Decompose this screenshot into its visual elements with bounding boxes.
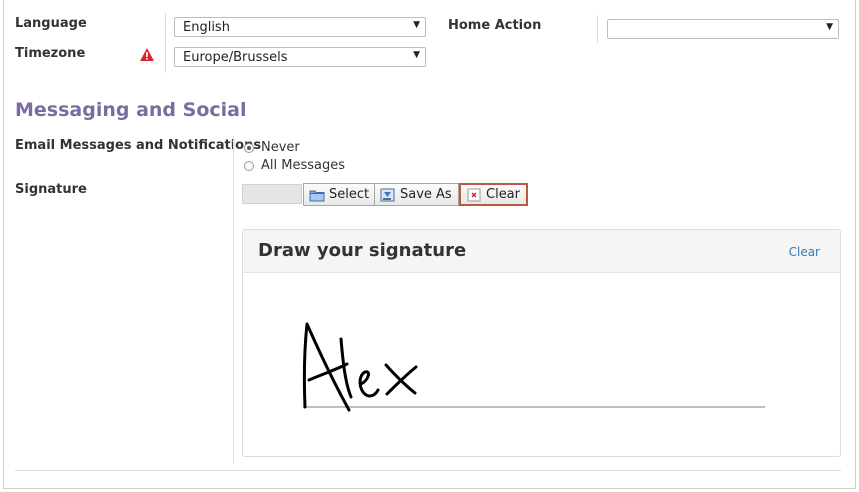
home-action-select[interactable]: ▼	[607, 19, 839, 39]
select-button[interactable]: Select	[303, 183, 377, 206]
radio-label: All Messages	[261, 158, 345, 173]
timezone-label: Timezone	[15, 46, 86, 61]
chevron-down-icon: ▼	[413, 50, 420, 60]
radio-all-messages[interactable]: All Messages	[244, 158, 345, 173]
chevron-down-icon: ▼	[413, 20, 420, 30]
field-divider	[233, 136, 234, 464]
chevron-down-icon: ▼	[826, 22, 833, 32]
file-path-field	[242, 184, 302, 204]
signature-canvas[interactable]	[243, 272, 840, 456]
signature-panel-title: Draw your signature	[258, 240, 467, 261]
signature-panel-header: Draw your signature Clear	[243, 230, 840, 273]
email-notifications-label: Email Messages and Notifications	[15, 138, 262, 153]
language-select[interactable]: English ▼	[174, 17, 426, 37]
save-as-button-label: Save As	[400, 187, 452, 202]
signature-label: Signature	[15, 182, 87, 197]
folder-icon	[309, 190, 325, 201]
timezone-select[interactable]: Europe/Brussels ▼	[174, 47, 426, 67]
radio-button[interactable]	[244, 142, 254, 153]
radio-never[interactable]: Never	[244, 140, 300, 155]
home-action-label: Home Action	[448, 18, 542, 33]
section-title: Messaging and Social	[15, 99, 247, 121]
clear-button[interactable]: Clear	[459, 183, 528, 206]
footer-divider	[15, 470, 841, 471]
select-button-label: Select	[329, 187, 370, 202]
signature-image	[302, 322, 418, 412]
field-divider	[597, 15, 598, 43]
clear-button-label: Clear	[486, 187, 520, 202]
radio-button[interactable]	[244, 160, 254, 171]
signature-clear-link[interactable]: Clear	[789, 245, 820, 259]
warning-icon	[140, 48, 154, 61]
signature-panel: Draw your signature Clear	[242, 229, 841, 457]
save-as-button[interactable]: Save As	[374, 183, 459, 206]
timezone-select-value: Europe/Brussels	[183, 50, 288, 65]
field-divider	[165, 13, 166, 73]
language-select-value: English	[183, 20, 230, 35]
save-icon	[380, 188, 395, 201]
language-label: Language	[15, 16, 87, 31]
close-icon	[467, 188, 481, 201]
radio-label: Never	[261, 140, 300, 155]
